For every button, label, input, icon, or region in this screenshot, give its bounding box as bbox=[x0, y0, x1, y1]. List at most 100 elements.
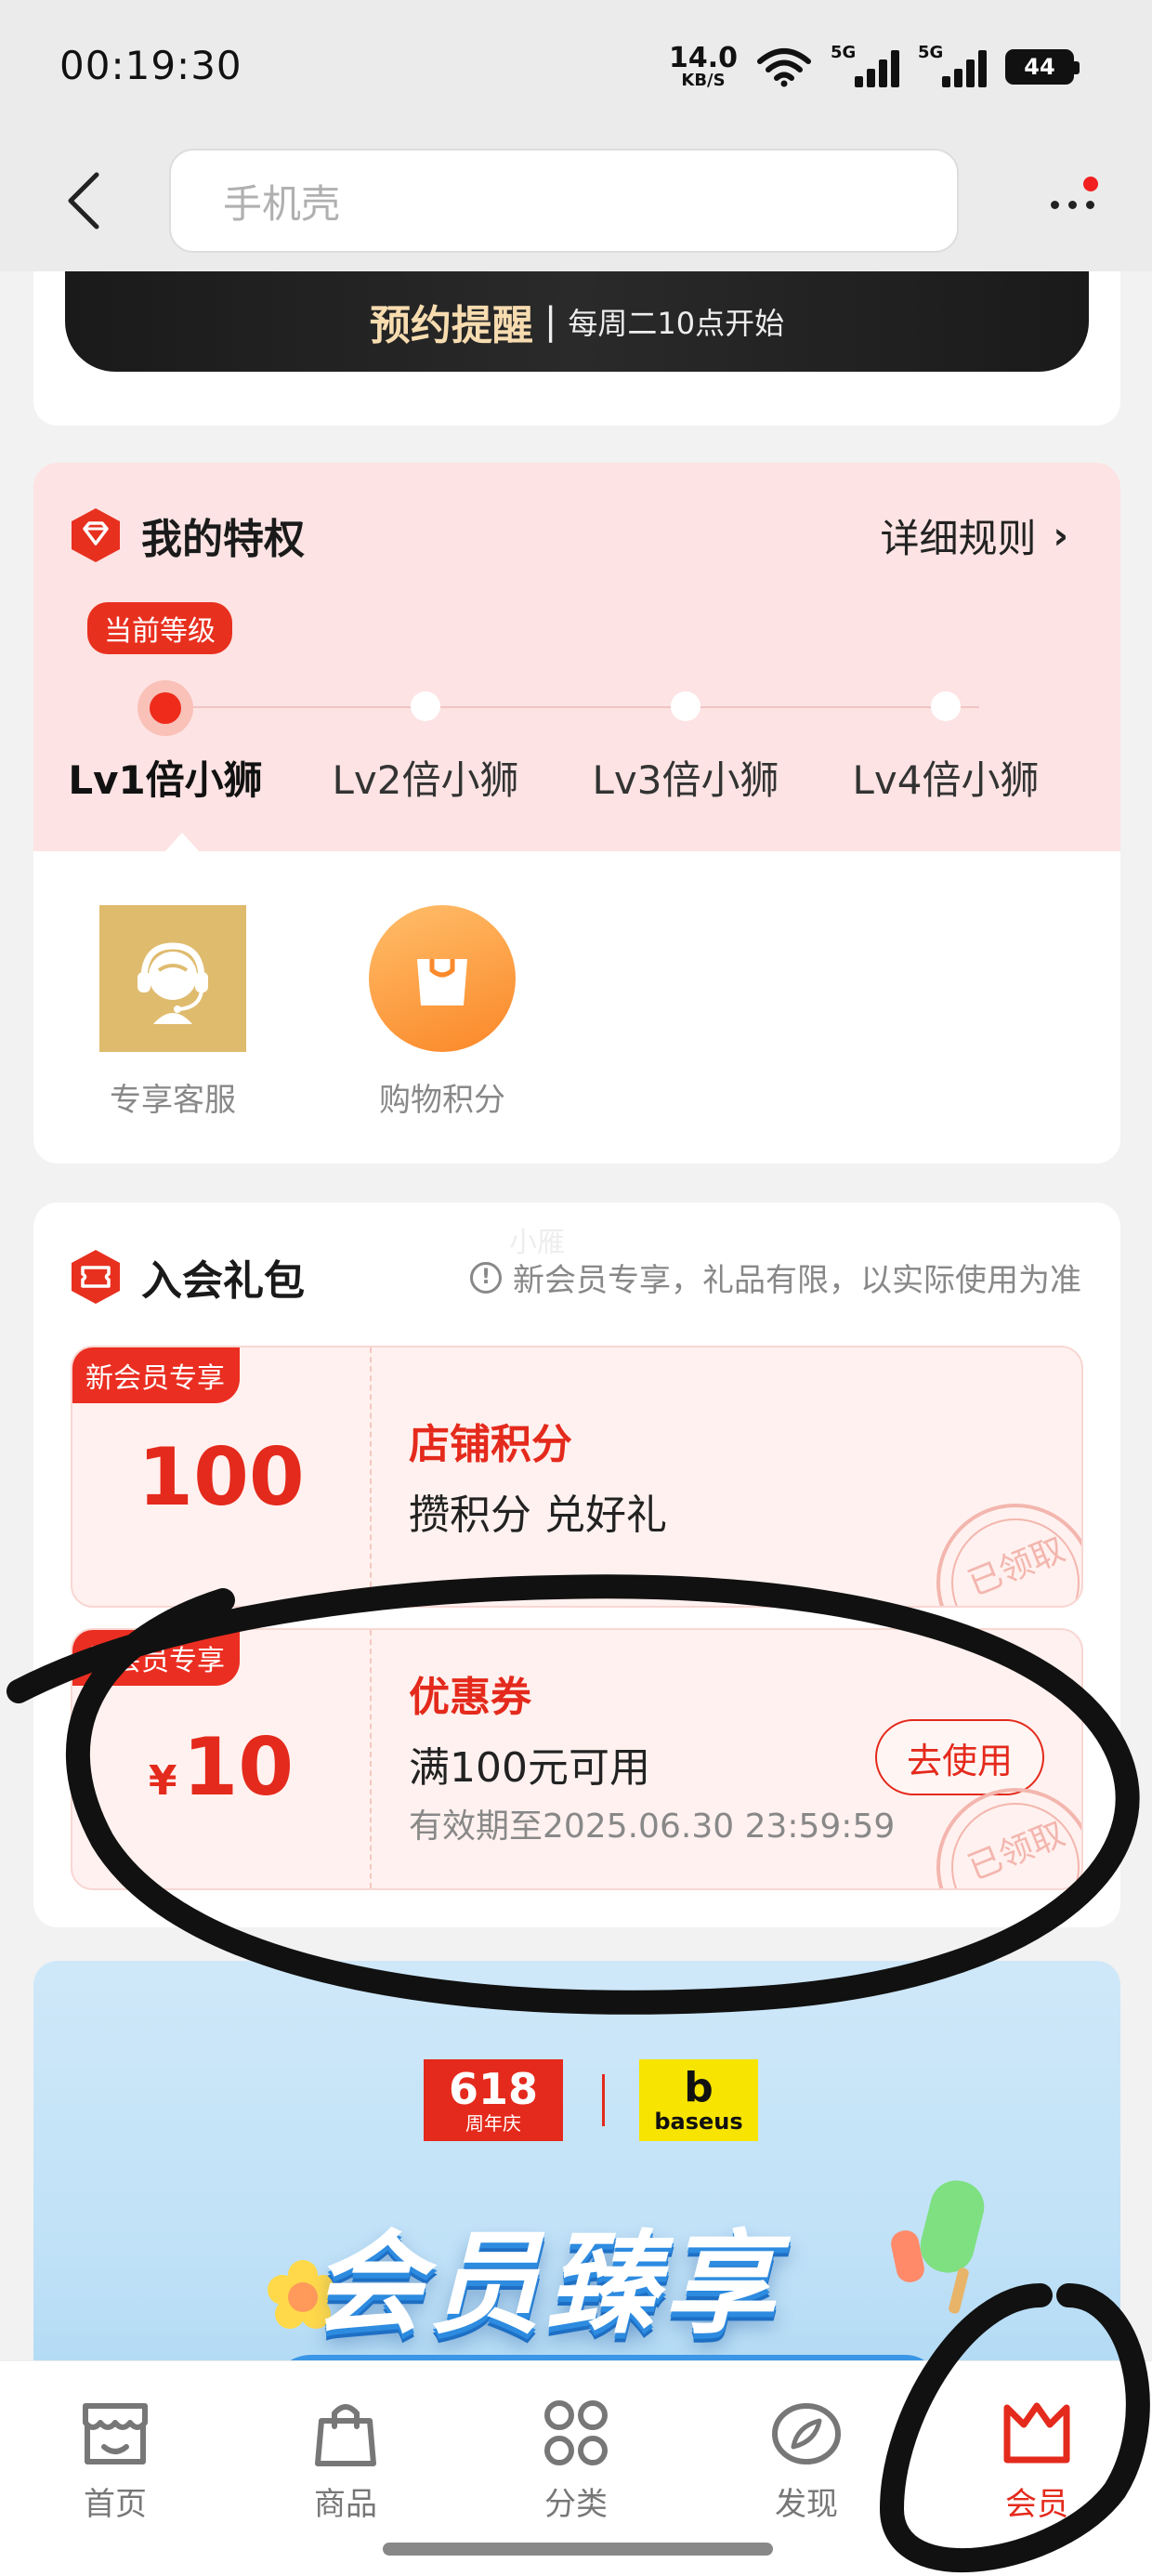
status-icons: 14.0 KB/S 5G 5G 44 bbox=[669, 43, 1080, 91]
diamond-badge-icon bbox=[72, 508, 120, 562]
tab-products-label: 商品 bbox=[314, 2486, 377, 2523]
perk-shopping-points[interactable]: 购物积分 bbox=[340, 905, 544, 1120]
level-2-name[interactable]: Lv2倍小狮 bbox=[295, 749, 556, 806]
detailed-rules-label: 详细规则 bbox=[880, 516, 1037, 561]
coupon-amount: ¥10 bbox=[72, 1721, 370, 1814]
tab-membership[interactable]: 会员 bbox=[944, 2399, 1130, 2524]
cellular-signal-2-icon: 5G bbox=[918, 43, 987, 87]
level-pointer bbox=[164, 833, 201, 853]
gift-note-text: 新会员专享，礼品有限，以实际使用为准 bbox=[513, 1262, 1081, 1299]
shopping-bag-icon bbox=[369, 905, 516, 1052]
compass-icon bbox=[772, 2403, 841, 2464]
level-4-name[interactable]: Lv4倍小狮 bbox=[816, 749, 1076, 806]
level-4-dot bbox=[931, 691, 961, 721]
claimed-stamp-icon: 已领取 bbox=[936, 1788, 1081, 1888]
level-3-name[interactable]: Lv3倍小狮 bbox=[556, 749, 816, 806]
currency-symbol: ¥ bbox=[148, 1757, 177, 1805]
tab-discover[interactable]: 发现 bbox=[713, 2399, 899, 2524]
network-speed-unit: KB/S bbox=[681, 71, 726, 90]
coupon-amount-value: 10 bbox=[182, 1721, 295, 1814]
coupon-amount-value: 100 bbox=[137, 1431, 305, 1524]
level-3-dot bbox=[671, 691, 700, 721]
banner-headline: 会员臻享 bbox=[312, 2220, 780, 2349]
privileges-card: 我的特权 详细规则 › 当前等级 Lv1倍小狮 Lv2倍小狮 Lv3倍小狮 Lv… bbox=[33, 463, 1120, 1163]
tab-home-label: 首页 bbox=[84, 2486, 147, 2523]
wifi-icon bbox=[757, 48, 811, 87]
gift-note: ! 新会员专享，礼品有限，以实际使用为准 bbox=[470, 1255, 1081, 1300]
header-bar: 手机壳 bbox=[0, 139, 1152, 271]
more-menu-button[interactable] bbox=[1039, 177, 1106, 232]
reserve-card: 预约提醒 | 每周二10点开始 bbox=[33, 271, 1120, 426]
status-bar: 00:19:30 14.0 KB/S 5G 5G 44 bbox=[0, 0, 1152, 139]
claimed-stamp-icon: 已领取 bbox=[936, 1504, 1081, 1606]
tab-membership-label: 会员 bbox=[1005, 2486, 1068, 2523]
reserve-separator: | bbox=[543, 300, 557, 343]
use-coupon-button[interactable]: 去使用 bbox=[875, 1719, 1044, 1795]
storefront-icon bbox=[83, 2403, 148, 2464]
current-level-badge: 当前等级 bbox=[87, 602, 232, 654]
coupon-validity: 有效期至2025.06.30 23:59:59 bbox=[409, 1807, 896, 1846]
info-icon: ! bbox=[470, 1261, 502, 1294]
tab-discover-label: 发现 bbox=[775, 2486, 838, 2523]
cellular-signal-1-icon: 5G bbox=[831, 43, 899, 87]
stamp-text: 已领取 bbox=[962, 1531, 1071, 1604]
tab-products[interactable]: 商品 bbox=[253, 2399, 439, 2524]
logo-separator bbox=[602, 2074, 605, 2126]
coupon-divider bbox=[370, 1347, 372, 1606]
privileges-header: 我的特权 详细规则 › 当前等级 Lv1倍小狮 Lv2倍小狮 Lv3倍小狮 Lv… bbox=[33, 463, 1120, 853]
level-2-dot bbox=[411, 691, 440, 721]
shopping-bag-icon bbox=[315, 2404, 376, 2466]
tab-category-label: 分类 bbox=[544, 2486, 608, 2523]
anniversary-logo-sub: 周年庆 bbox=[465, 2112, 521, 2135]
home-indicator[interactable] bbox=[383, 2543, 773, 2556]
coupon-tag: 新会员专享 bbox=[72, 1347, 240, 1403]
level-1-dot bbox=[137, 680, 193, 736]
coupon-discount[interactable]: 新会员专享 ¥10 优惠券 满100元可用 有效期至2025.06.30 23:… bbox=[71, 1628, 1083, 1890]
reserve-reminder-button[interactable]: 预约提醒 | 每周二10点开始 bbox=[65, 271, 1089, 372]
coupon-description: 攒积分 兑好礼 bbox=[409, 1492, 667, 1539]
status-time: 00:19:30 bbox=[59, 43, 242, 88]
more-dot-icon bbox=[1050, 200, 1059, 209]
detailed-rules-link[interactable]: 详细规则 › bbox=[881, 507, 1069, 564]
privileges-title: 我的特权 bbox=[141, 516, 305, 563]
network-speed: 14.0 KB/S bbox=[669, 45, 738, 89]
anniversary-logo-number: 618 bbox=[448, 2064, 539, 2114]
baseus-logo-text: baseus bbox=[654, 2109, 743, 2135]
popsicle-icon bbox=[891, 2180, 985, 2314]
coupon-title: 优惠券 bbox=[409, 1674, 531, 1721]
category-grid-icon bbox=[544, 2400, 608, 2465]
customer-service-icon bbox=[99, 905, 246, 1052]
coupon-description: 满100元可用 bbox=[409, 1744, 650, 1792]
perk-shopping-points-label: 购物积分 bbox=[379, 1082, 505, 1119]
crown-icon bbox=[1003, 2402, 1070, 2464]
search-placeholder: 手机壳 bbox=[223, 180, 341, 227]
coupon-title: 店铺积分 bbox=[409, 1421, 572, 1468]
level-1-name[interactable]: Lv1倍小狮 bbox=[35, 749, 295, 806]
anniversary-logo: 618 周年庆 bbox=[424, 2059, 563, 2141]
network-speed-value: 14.0 bbox=[668, 42, 738, 74]
perk-customer-service[interactable]: 专享客服 bbox=[71, 905, 275, 1120]
chevron-left-icon bbox=[68, 172, 99, 230]
cellular-1-label: 5G bbox=[831, 43, 857, 62]
ticket-badge-icon bbox=[72, 1250, 120, 1304]
join-gift-card: 入会礼包 小雁 ! 新会员专享，礼品有限，以实际使用为准 新会员专享 100 店… bbox=[33, 1203, 1120, 1927]
tab-home[interactable]: 首页 bbox=[22, 2399, 208, 2524]
tab-category[interactable]: 分类 bbox=[483, 2399, 669, 2524]
back-button[interactable] bbox=[56, 167, 111, 234]
stamp-text: 已领取 bbox=[962, 1815, 1071, 1888]
baseus-logo-mark: b bbox=[684, 2064, 713, 2111]
perk-customer-service-label: 专享客服 bbox=[110, 1082, 236, 1119]
reserve-subtitle: 每周二10点开始 bbox=[568, 306, 785, 341]
search-input[interactable]: 手机壳 bbox=[169, 149, 959, 253]
battery-icon: 44 bbox=[1005, 49, 1080, 85]
coupon-amount: 100 bbox=[72, 1431, 370, 1524]
coupon-tag: 新会员专享 bbox=[72, 1630, 240, 1686]
baseus-logo: b baseus bbox=[639, 2059, 758, 2141]
level-track bbox=[162, 706, 979, 708]
gift-title: 入会礼包 bbox=[141, 1257, 305, 1305]
cellular-2-label: 5G bbox=[918, 43, 944, 62]
chevron-right-icon: › bbox=[1053, 514, 1068, 558]
reserve-label: 预约提醒 bbox=[369, 302, 533, 349]
coupon-divider bbox=[370, 1630, 372, 1888]
coupon-store-points[interactable]: 新会员专享 100 店铺积分 攒积分 兑好礼 已领取 bbox=[71, 1346, 1083, 1608]
